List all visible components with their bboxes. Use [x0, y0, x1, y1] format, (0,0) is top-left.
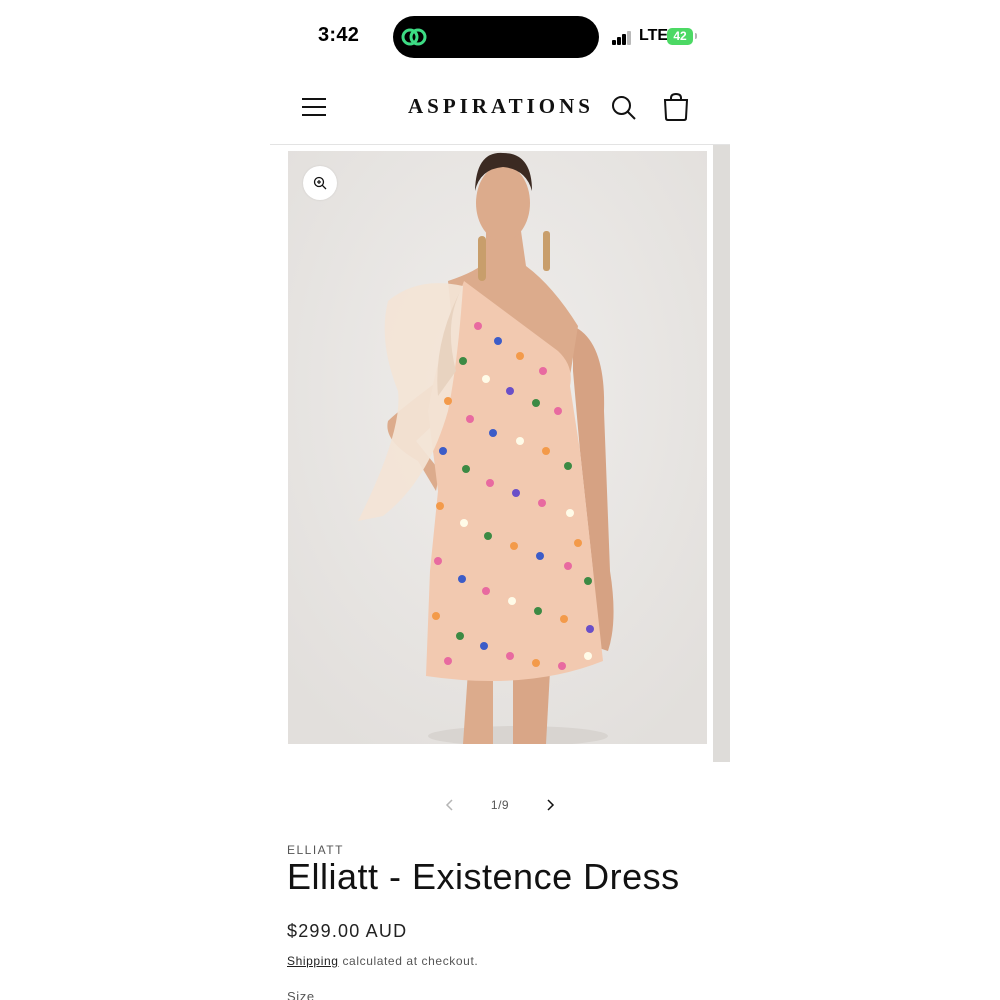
- size-label: Size: [287, 989, 315, 1000]
- hamburger-menu-icon: [302, 98, 326, 100]
- slide-counter: 1/9: [490, 798, 510, 812]
- cart-button[interactable]: [662, 92, 690, 122]
- zoom-in-icon: [313, 176, 327, 190]
- battery-icon: 42: [667, 28, 693, 45]
- search-button[interactable]: [610, 94, 638, 122]
- product-vendor: ELLIATT: [287, 843, 344, 857]
- header-divider: [270, 144, 730, 145]
- next-image-peek[interactable]: [713, 145, 730, 762]
- model-photo: [288, 151, 707, 744]
- network-label: LTE: [639, 27, 669, 44]
- phone-screen: 3:42 LTE 42 ASPIRATIONS 1/9 ELLIATT Elli…: [270, 0, 730, 1000]
- signal-icon: [612, 30, 634, 45]
- product-image[interactable]: [288, 151, 707, 744]
- shipping-text: calculated at checkout.: [338, 954, 479, 968]
- zoom-button[interactable]: [303, 166, 337, 200]
- next-slide-button[interactable]: [542, 796, 558, 814]
- product-price: $299.00 AUD: [287, 921, 408, 941]
- link-icon: [401, 28, 427, 46]
- previous-slide-button[interactable]: [442, 796, 458, 814]
- battery-tip: [695, 33, 697, 39]
- chevron-left-icon: [445, 799, 453, 811]
- chevron-right-icon: [547, 799, 555, 811]
- search-icon: [612, 96, 636, 120]
- dynamic-island: [393, 16, 599, 58]
- menu-button[interactable]: [302, 94, 328, 120]
- shopping-bag-icon: [663, 92, 689, 121]
- status-time: 3:42: [318, 24, 360, 46]
- shipping-note: Shipping calculated at checkout.: [287, 954, 478, 968]
- store-logo[interactable]: ASPIRATIONS: [408, 94, 594, 119]
- product-title: Elliatt - Existence Dress: [287, 856, 680, 897]
- shipping-link[interactable]: Shipping: [287, 954, 339, 968]
